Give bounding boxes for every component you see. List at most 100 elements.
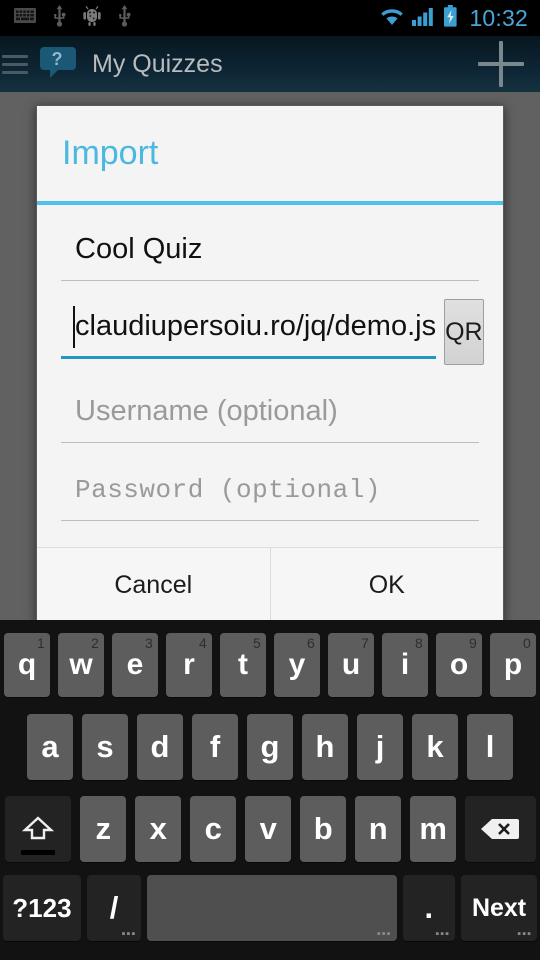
key-m[interactable]: m xyxy=(410,796,457,862)
key-y[interactable]: 6y xyxy=(274,633,320,697)
long-press-hint-dots: ▪▪▪ xyxy=(517,928,532,940)
long-press-hint-dots: ▪▪▪ xyxy=(435,928,451,940)
key-i[interactable]: 8i xyxy=(382,633,428,697)
add-quiz-button[interactable] xyxy=(478,41,524,87)
key-number-hint: 8 xyxy=(415,635,423,651)
key-t[interactable]: 5t xyxy=(220,633,266,697)
usb-icon xyxy=(117,4,132,32)
username-row: Username (optional) xyxy=(61,381,479,443)
key-v[interactable]: v xyxy=(245,796,292,862)
keyboard-row-3-letters: zxcvbnm xyxy=(76,796,461,862)
dialog-title-area: Import xyxy=(37,106,503,201)
key-number-hint: 1 xyxy=(37,635,45,651)
backspace-key-icon[interactable] xyxy=(465,796,536,862)
slash-key[interactable]: / ▪▪▪ xyxy=(86,875,142,941)
import-dialog: Import Cool Quiz claudiupersoiu.ro/jq/de… xyxy=(36,105,504,624)
space-key[interactable]: ▪▪▪ xyxy=(147,875,397,941)
hamburger-menu-icon[interactable] xyxy=(2,54,28,74)
field-spacer xyxy=(61,365,479,381)
key-l[interactable]: l xyxy=(467,714,513,780)
signal-bars-icon xyxy=(412,6,436,31)
key-z[interactable]: z xyxy=(80,796,127,862)
qr-scan-button[interactable]: QR xyxy=(444,299,484,365)
key-f[interactable]: f xyxy=(192,714,238,780)
text-caret xyxy=(73,306,75,348)
key-number-hint: 0 xyxy=(523,635,531,651)
key-q[interactable]: 1q xyxy=(4,633,50,697)
dialog-title: Import xyxy=(62,134,159,172)
keyboard-row-1: 1q2w3e4r5t6y7u8i9o0p xyxy=(0,624,540,706)
key-number-hint: 2 xyxy=(91,635,99,651)
key-label: e xyxy=(126,648,144,681)
key-e[interactable]: 3e xyxy=(112,633,158,697)
url-row: claudiupersoiu.ro/jq/demo.js QR xyxy=(61,297,484,365)
key-g[interactable]: g xyxy=(247,714,293,780)
key-label: o xyxy=(449,648,469,681)
page-title: My Quizzes xyxy=(92,49,223,78)
dialog-body: Cool Quiz claudiupersoiu.ro/jq/demo.js Q… xyxy=(37,205,503,547)
password-placeholder: Password (optional) xyxy=(75,474,381,505)
password-input[interactable]: Password (optional) xyxy=(61,459,479,521)
key-k[interactable]: k xyxy=(412,714,458,780)
cancel-button[interactable]: Cancel xyxy=(37,548,271,623)
dialog-button-bar: Cancel OK xyxy=(37,547,503,623)
slash-key-label: / xyxy=(109,890,119,925)
url-input[interactable]: claudiupersoiu.ro/jq/demo.js xyxy=(61,297,437,359)
quiz-name-input[interactable]: Cool Quiz xyxy=(61,219,479,281)
shift-lock-indicator xyxy=(20,850,55,855)
key-s[interactable]: s xyxy=(82,714,128,780)
key-w[interactable]: 2w xyxy=(58,633,104,697)
key-label: u xyxy=(341,648,361,681)
username-input[interactable]: Username (optional) xyxy=(61,381,479,443)
key-r[interactable]: 4r xyxy=(166,633,212,697)
quiz-name-value: Cool Quiz xyxy=(75,233,203,265)
android-debug-icon xyxy=(83,5,101,31)
keyboard-icon xyxy=(14,8,36,28)
status-bar: 10:32 xyxy=(0,0,540,36)
keyboard-row-4: ?123 / ▪▪▪ ▪▪▪ . ▪▪▪ Next ▪▪▪ xyxy=(0,870,540,946)
shift-key-icon[interactable] xyxy=(4,796,72,862)
status-bar-right-icons: 10:32 xyxy=(379,4,540,32)
key-number-hint: 6 xyxy=(307,635,315,651)
ok-button[interactable]: OK xyxy=(270,548,503,623)
field-spacer xyxy=(61,521,479,537)
key-a[interactable]: a xyxy=(27,714,73,780)
key-b[interactable]: b xyxy=(300,796,347,862)
key-number-hint: 3 xyxy=(145,635,153,651)
long-press-hint-dots: ▪▪▪ xyxy=(376,928,392,940)
key-o[interactable]: 9o xyxy=(436,633,482,697)
action-bar: ? My Quizzes xyxy=(0,36,540,92)
quiz-bubble-icon: ? xyxy=(38,42,78,87)
next-key-label: Next xyxy=(471,893,527,922)
key-label: w xyxy=(69,648,93,681)
key-label: y xyxy=(288,648,306,681)
key-number-hint: 9 xyxy=(469,635,477,651)
key-j[interactable]: j xyxy=(357,714,403,780)
period-key[interactable]: . ▪▪▪ xyxy=(402,875,456,941)
symbols-key[interactable]: ?123 xyxy=(3,875,81,941)
keyboard-row-3: zxcvbnm xyxy=(0,788,540,870)
key-label: q xyxy=(17,648,37,681)
username-placeholder: Username (optional) xyxy=(75,395,338,427)
key-h[interactable]: h xyxy=(302,714,348,780)
key-c[interactable]: c xyxy=(190,796,237,862)
next-key[interactable]: Next ▪▪▪ xyxy=(461,875,537,941)
on-screen-keyboard: 1q2w3e4r5t6y7u8i9o0p asdfghjkl zxcvbnm ?… xyxy=(0,620,540,960)
key-number-hint: 4 xyxy=(199,635,207,651)
key-number-hint: 5 xyxy=(253,635,261,651)
usb-icon xyxy=(52,4,67,32)
status-bar-clock: 10:32 xyxy=(469,4,528,31)
key-label: t xyxy=(238,648,248,681)
quiz-name-row: Cool Quiz xyxy=(61,219,479,281)
field-spacer xyxy=(61,443,479,459)
key-d[interactable]: d xyxy=(137,714,183,780)
key-x[interactable]: x xyxy=(135,796,182,862)
long-press-hint-dots: ▪▪▪ xyxy=(121,928,137,940)
key-number-hint: 7 xyxy=(361,635,369,651)
key-label: p xyxy=(503,648,523,681)
key-u[interactable]: 7u xyxy=(328,633,374,697)
key-label: i xyxy=(400,648,410,681)
key-p[interactable]: 0p xyxy=(490,633,536,697)
wifi-icon xyxy=(379,6,405,31)
key-n[interactable]: n xyxy=(355,796,402,862)
